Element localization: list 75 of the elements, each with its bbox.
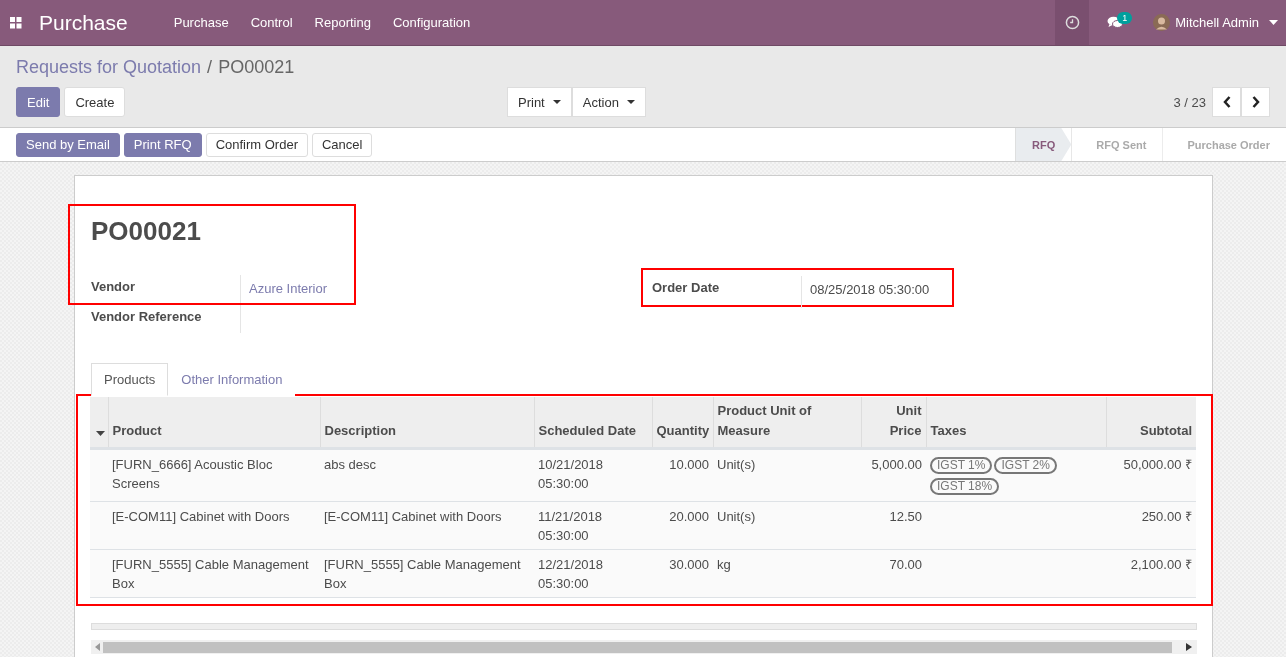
- tax-tag: IGST 1%: [930, 457, 993, 474]
- table-cell: 12.50: [861, 501, 926, 550]
- column-header[interactable]: Subtotal: [1106, 397, 1196, 449]
- table-cell: 11/21/2018 05:30:00: [534, 501, 652, 550]
- scrollbar-thumb[interactable]: [103, 641, 1172, 653]
- table-cell: Unit(s): [713, 448, 861, 502]
- caret-icon: [626, 100, 635, 104]
- user-menu[interactable]: Mitchell Admin: [1141, 14, 1286, 31]
- sort-caret-icon[interactable]: [96, 431, 106, 436]
- column-header[interactable]: Unit Price: [861, 397, 926, 449]
- tax-tag: IGST 2%: [994, 457, 1057, 474]
- field-value: 08/25/2018 05:30:00: [809, 281, 931, 299]
- table-cell: abs desc: [320, 448, 534, 502]
- record-title: PO00021: [91, 216, 202, 247]
- column-header[interactable]: Taxes: [926, 397, 1106, 449]
- app-name: Purchase: [39, 10, 128, 35]
- edit-button[interactable]: Edit: [16, 87, 61, 117]
- table-cell: 30.000: [652, 549, 713, 598]
- table-cell: 10.000: [652, 448, 713, 502]
- table-cell: [FURN_6666] Acoustic Bloc Screens: [108, 448, 320, 502]
- field-label: Vendor Reference: [91, 305, 241, 333]
- table-cell: 10/21/2018 05:30:00: [534, 448, 652, 502]
- table-cell: 70.00: [861, 549, 926, 598]
- apps-icon[interactable]: [10, 16, 22, 29]
- column-header[interactable]: Scheduled Date: [534, 397, 652, 449]
- field-label: Order Date: [652, 276, 802, 308]
- menu-item[interactable]: Purchase: [173, 15, 229, 30]
- chevron-right-icon: [1251, 96, 1260, 108]
- vendor-link[interactable]: Azure Interior: [241, 275, 336, 303]
- create-button[interactable]: Create: [64, 87, 126, 117]
- next-button[interactable]: [1241, 87, 1270, 117]
- menu-item[interactable]: Configuration: [392, 15, 471, 30]
- caret-icon: [1269, 20, 1278, 25]
- pager-value: 3 / 23: [1173, 94, 1206, 110]
- table-cell: 5,000.00: [861, 448, 926, 502]
- table-cell: 50,000.00 ₹: [1106, 448, 1196, 502]
- print-rfq-button[interactable]: Print RFQ: [123, 132, 202, 157]
- table-cell: 250.00 ₹: [1106, 501, 1196, 550]
- column-header[interactable]: Description: [320, 397, 534, 449]
- table-cell: [FURN_5555] Cable Management Box: [320, 549, 534, 598]
- table-cell: 2,100.00 ₹: [1106, 549, 1196, 598]
- breadcrumb-current: PO00021: [218, 57, 295, 78]
- menu-item[interactable]: Control: [250, 15, 293, 30]
- breadcrumb-separator: /: [207, 57, 213, 78]
- confirm-order-button[interactable]: Confirm Order: [205, 132, 308, 157]
- table-cell: [E-COM11] Cabinet with Doors: [108, 501, 320, 550]
- column-header[interactable]: Product Unit of Measure: [713, 397, 861, 449]
- message-count: 1: [1117, 12, 1133, 24]
- send-email-button[interactable]: Send by Email: [16, 132, 120, 157]
- dropdown-button[interactable]: Print: [507, 87, 572, 117]
- table-cell: Unit(s): [713, 501, 861, 550]
- table-cell: kg: [713, 549, 861, 598]
- table-cell: [E-COM11] Cabinet with Doors: [320, 501, 534, 550]
- menu-item[interactable]: Reporting: [314, 15, 371, 30]
- chevron-left-icon: [1222, 96, 1231, 108]
- previous-button[interactable]: [1212, 87, 1241, 117]
- field-label: Vendor: [91, 275, 241, 303]
- avatar: [1153, 14, 1171, 31]
- caret-icon: [552, 100, 561, 104]
- messages-button[interactable]: 1: [1089, 0, 1142, 45]
- column-header[interactable]: Quantity: [652, 397, 713, 449]
- cancel-button[interactable]: Cancel: [312, 132, 373, 157]
- tax-tag: IGST 18%: [930, 478, 1000, 495]
- tab[interactable]: Products: [91, 363, 169, 396]
- table-cell: 12/21/2018 05:30:00: [534, 549, 652, 598]
- column-header[interactable]: Product: [108, 397, 320, 449]
- horizontal-scrollbar[interactable]: [91, 640, 1197, 654]
- breadcrumb-link[interactable]: Requests for Quotation: [16, 57, 202, 78]
- clock-icon: [1064, 15, 1080, 30]
- dropdown-button[interactable]: Action: [571, 87, 646, 117]
- table-cell: [FURN_5555] Cable Management Box: [108, 549, 320, 598]
- scroll-right-icon[interactable]: [1186, 643, 1192, 651]
- table-cell: 20.000: [652, 501, 713, 550]
- activity-button[interactable]: [1055, 0, 1090, 45]
- status-stage[interactable]: RFQ: [1015, 128, 1072, 161]
